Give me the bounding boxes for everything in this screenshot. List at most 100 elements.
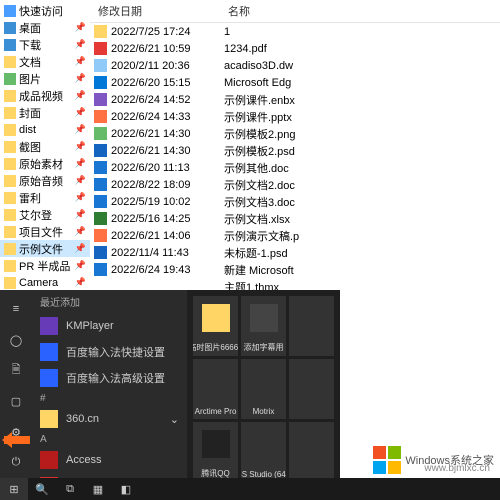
file-row[interactable]: 2022/6/21 14:30 bbox=[90, 125, 220, 142]
tree-item[interactable]: 示例文件📌 bbox=[0, 240, 90, 257]
start-tile[interactable]: Motrix bbox=[241, 359, 286, 419]
letter-hash[interactable]: # bbox=[32, 391, 187, 406]
rail-documents-icon[interactable]: 🗎 bbox=[0, 355, 32, 386]
file-icon bbox=[94, 59, 107, 72]
tree-label: 图片 bbox=[19, 71, 41, 87]
tree-item[interactable]: 下载📌 bbox=[0, 36, 90, 53]
tile-icon bbox=[298, 430, 326, 458]
start-tile[interactable]: 添加字幕用 bbox=[241, 296, 286, 356]
pin-icon: 📌 bbox=[75, 277, 86, 288]
search-icon[interactable]: 🔍 bbox=[28, 478, 56, 500]
tree-item[interactable]: 封面📌 bbox=[0, 104, 90, 121]
tree-item[interactable]: 快速访问 bbox=[0, 2, 90, 19]
file-date: 2022/6/24 14:52 bbox=[111, 94, 191, 106]
rail-menu-icon[interactable]: ≡ bbox=[0, 294, 32, 325]
file-row[interactable]: 2022/6/24 14:33 bbox=[90, 108, 220, 125]
start-tile[interactable] bbox=[289, 296, 334, 356]
start-tile[interactable] bbox=[289, 359, 334, 419]
file-row[interactable]: 2022/6/21 14:06 bbox=[90, 227, 220, 244]
start-tile[interactable]: 腾讯QQ bbox=[193, 422, 238, 482]
file-row[interactable]: 1 bbox=[220, 23, 500, 40]
folder-icon bbox=[4, 192, 16, 204]
tree-item[interactable]: 截图📌 bbox=[0, 138, 90, 155]
tree-item[interactable]: 雷利📌 bbox=[0, 189, 90, 206]
file-icon bbox=[94, 229, 107, 242]
file-name: 未标题-1.psd bbox=[224, 245, 288, 261]
tree-item[interactable]: 原始素材📌 bbox=[0, 155, 90, 172]
tree-item[interactable]: 图片 📌 bbox=[0, 70, 90, 87]
file-row[interactable]: Microsoft Edg bbox=[220, 74, 500, 91]
tree-item[interactable]: dist📌 bbox=[0, 121, 90, 138]
tree-item[interactable]: 项目文件📌 bbox=[0, 223, 90, 240]
file-row[interactable]: 2022/6/24 19:43 bbox=[90, 261, 220, 278]
folder-icon bbox=[4, 243, 16, 255]
tree-item[interactable]: Camera📌 bbox=[0, 274, 90, 290]
file-date: 2022/6/21 14:30 bbox=[111, 145, 191, 157]
file-row[interactable]: 2022/6/20 11:13 bbox=[90, 159, 220, 176]
file-row[interactable]: 示例其他.doc bbox=[220, 159, 500, 176]
file-icon bbox=[94, 178, 107, 191]
letter-a[interactable]: A bbox=[32, 432, 187, 447]
tree-label: 艾尔登 bbox=[19, 207, 52, 223]
file-row[interactable]: 示例文档2.doc bbox=[220, 176, 500, 193]
rail-power-icon[interactable]: ⏻ bbox=[0, 447, 32, 478]
file-row[interactable]: 2022/6/21 10:59 bbox=[90, 40, 220, 57]
file-row[interactable]: 新建 Microsoft bbox=[220, 261, 500, 278]
file-row[interactable]: 未标题-1.psd bbox=[220, 244, 500, 261]
file-icon bbox=[94, 25, 107, 38]
tree-label: 示例文件 bbox=[19, 241, 63, 257]
file-row[interactable]: 示例课件.pptx bbox=[220, 108, 500, 125]
file-row[interactable]: 2022/7/25 17:24 bbox=[90, 23, 220, 40]
app-item[interactable]: 百度输入法快捷设置 bbox=[32, 339, 187, 365]
file-row[interactable]: 示例演示文稿.p bbox=[220, 227, 500, 244]
app-item[interactable]: 百度输入法高级设置 bbox=[32, 365, 187, 391]
start-tile[interactable] bbox=[289, 422, 334, 482]
rail-pictures-icon[interactable]: ▢ bbox=[0, 386, 32, 417]
header-name[interactable]: 名称 bbox=[220, 0, 500, 23]
taskbar-app-icon[interactable]: ▦ bbox=[84, 478, 112, 500]
app-item[interactable]: KMPlayer bbox=[32, 313, 187, 339]
file-row[interactable]: 示例课件.enbx bbox=[220, 91, 500, 108]
file-row[interactable]: 2022/5/16 14:25 bbox=[90, 210, 220, 227]
file-row[interactable]: 2022/6/21 14:30 bbox=[90, 142, 220, 159]
start-button[interactable]: ⊞ bbox=[0, 478, 28, 500]
file-row[interactable]: 示例模板2.psd bbox=[220, 142, 500, 159]
start-tile[interactable]: 临时图片66666 bbox=[193, 296, 238, 356]
file-row[interactable]: 2020/2/11 20:36 bbox=[90, 57, 220, 74]
app-item[interactable]: Access bbox=[32, 447, 187, 473]
header-date[interactable]: 修改日期 bbox=[90, 0, 220, 23]
app-icon bbox=[40, 410, 58, 428]
taskbar-app-icon[interactable]: ◧ bbox=[112, 478, 140, 500]
file-row[interactable]: 示例文档3.doc bbox=[220, 193, 500, 210]
taskview-icon[interactable]: ⧉ bbox=[56, 478, 84, 500]
tree-label: PR 半成品 bbox=[19, 258, 70, 274]
file-icon bbox=[94, 161, 107, 174]
tree-item[interactable]: 文档📌 bbox=[0, 53, 90, 70]
file-name: 示例演示文稿.p bbox=[224, 228, 299, 244]
start-tile[interactable]: Arctime Pro bbox=[193, 359, 238, 419]
file-row[interactable]: 2022/6/20 15:15 bbox=[90, 74, 220, 91]
file-row[interactable]: 2022/11/4 11:43 bbox=[90, 244, 220, 261]
tree-item[interactable]: PR 半成品📌 bbox=[0, 257, 90, 274]
file-row[interactable]: 2022/5/19 10:02 bbox=[90, 193, 220, 210]
file-row[interactable]: 2022/8/22 18:09 bbox=[90, 176, 220, 193]
start-tile[interactable]: OBS Studio (64bit) bbox=[241, 422, 286, 482]
start-tiles: 临时图片66666添加字幕用Arctime ProMotrix腾讯QQOBS S… bbox=[187, 290, 340, 478]
tree-item[interactable]: 桌面📌 bbox=[0, 19, 90, 36]
file-date: 2022/6/20 11:13 bbox=[111, 162, 190, 174]
file-row[interactable]: 1234.pdf bbox=[220, 40, 500, 57]
file-row[interactable]: acadiso3D.dw bbox=[220, 57, 500, 74]
app-item[interactable]: 360.cn⌄ bbox=[32, 406, 187, 432]
file-row[interactable]: 示例模板2.png bbox=[220, 125, 500, 142]
tree-item[interactable]: 成品视频📌 bbox=[0, 87, 90, 104]
chevron-down-icon: ⌄ bbox=[170, 413, 179, 426]
file-row[interactable]: 示例文档.xlsx bbox=[220, 210, 500, 227]
pin-icon: 📌 bbox=[75, 73, 86, 84]
tree-label: dist bbox=[19, 124, 36, 136]
file-row[interactable]: 2022/6/24 14:52 bbox=[90, 91, 220, 108]
tree-item[interactable]: 艾尔登📌 bbox=[0, 206, 90, 223]
tile-label: Arctime Pro bbox=[195, 407, 237, 416]
tree-item[interactable]: 原始音频📌 bbox=[0, 172, 90, 189]
app-label: KMPlayer bbox=[66, 320, 114, 332]
rail-user-icon[interactable]: ◯ bbox=[0, 325, 32, 356]
